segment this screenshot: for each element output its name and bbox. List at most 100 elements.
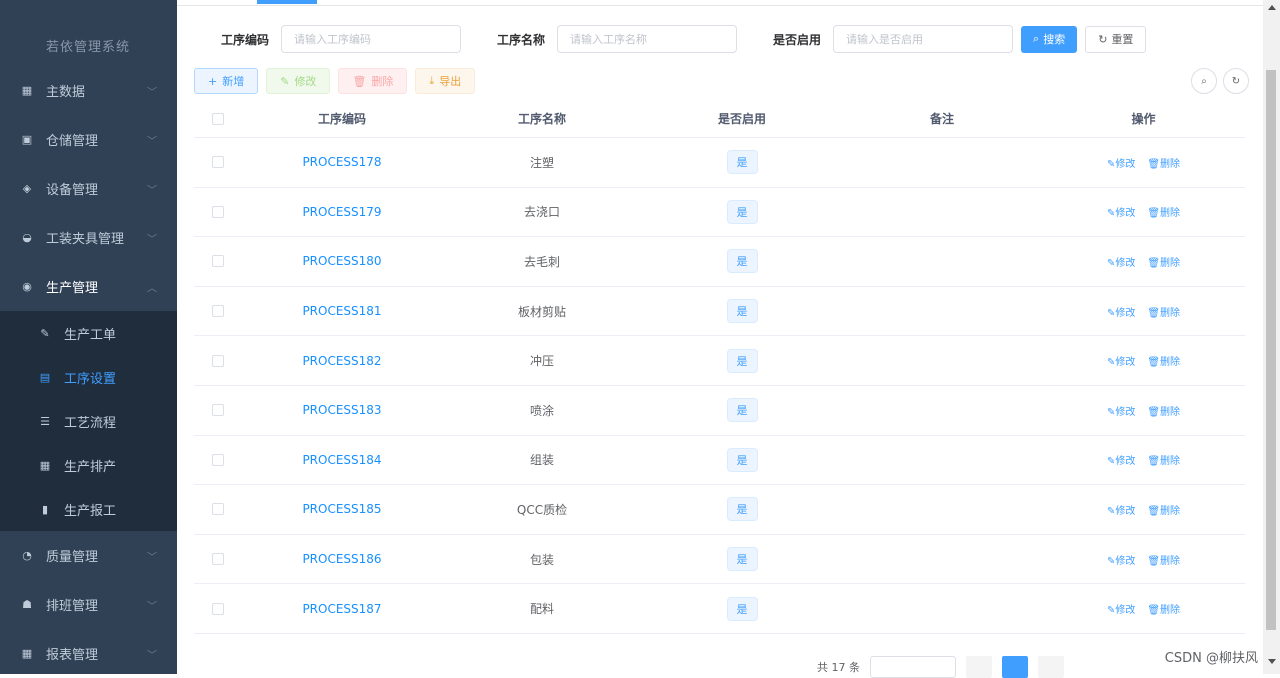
row-edit-button[interactable]: ✎修改 (1107, 353, 1135, 368)
sub-item-label: 生产排产 (64, 456, 116, 475)
code-cell: PROCESS180 (242, 254, 442, 268)
row-edit-button[interactable]: ✎修改 (1107, 601, 1135, 616)
add-button[interactable]: + 新增 (194, 68, 258, 94)
process-code-link[interactable]: PROCESS182 (302, 354, 381, 368)
people-icon: ☗ (20, 598, 34, 612)
menu-equipment[interactable]: ◈ 设备管理 ﹀ (0, 164, 177, 213)
search-icon: ⌕ (1201, 76, 1207, 87)
process-code-link[interactable]: PROCESS186 (302, 552, 381, 566)
enabled-cell: 是 (642, 150, 842, 174)
row-delete-button[interactable]: 🗑删除 (1147, 204, 1180, 219)
enable-input[interactable]: 请输入是否启用 (833, 25, 1013, 53)
row-checkbox[interactable] (212, 603, 224, 615)
row-edit-label: 修改 (1115, 258, 1135, 269)
row-checkbox[interactable] (212, 156, 224, 168)
scroll-up-arrow-icon[interactable] (1268, 5, 1276, 10)
vertical-scrollbar[interactable] (1263, 0, 1280, 674)
row-delete-label: 删除 (1160, 159, 1180, 170)
select-all-checkbox[interactable] (212, 113, 224, 125)
refresh-button[interactable]: ↻ (1223, 68, 1249, 94)
ops-cell: ✎修改 🗑删除 (1042, 552, 1245, 567)
edit-button-label: 修改 (294, 73, 316, 89)
sub-item-scheduling[interactable]: ▦ 生产排产 (0, 443, 177, 487)
enabled-tag: 是 (727, 448, 758, 472)
menu-shift[interactable]: ☗ 排班管理 ﹀ (0, 580, 177, 629)
menu-label: 生产管理 (46, 277, 98, 296)
sub-item-label: 工艺流程 (64, 412, 116, 431)
sub-item-route[interactable]: ☰ 工艺流程 (0, 399, 177, 443)
menu-report[interactable]: ▦ 报表管理 ﹀ (0, 629, 177, 674)
name-input[interactable]: 请输入工序名称 (557, 25, 737, 53)
row-checkbox[interactable] (212, 503, 224, 515)
toggle-search-button[interactable]: ⌕ (1191, 68, 1217, 94)
sub-item-report-work[interactable]: ▮ 生产报工 (0, 487, 177, 531)
menu-master-data[interactable]: ▦ 主数据 ﹀ (0, 66, 177, 115)
menu-production[interactable]: ◉ 生产管理 ︿ (0, 262, 177, 311)
row-checkbox[interactable] (212, 206, 224, 218)
row-delete-button[interactable]: 🗑删除 (1147, 254, 1180, 269)
page-1-button[interactable] (1002, 656, 1028, 678)
page-2-button[interactable] (1038, 656, 1064, 678)
process-code-link[interactable]: PROCESS179 (302, 205, 381, 219)
row-edit-button[interactable]: ✎修改 (1107, 403, 1135, 418)
row-checkbox[interactable] (212, 355, 224, 367)
row-delete-button[interactable]: 🗑删除 (1147, 502, 1180, 517)
menu-quality[interactable]: ◔ 质量管理 ﹀ (0, 531, 177, 580)
plus-icon: + (208, 75, 217, 88)
sub-item-process-setting[interactable]: ▤ 工序设置 (0, 355, 177, 399)
row-delete-button[interactable]: 🗑删除 (1147, 452, 1180, 467)
scroll-thumb[interactable] (1266, 70, 1276, 630)
pagination: 共 17 条 (817, 656, 1064, 678)
refresh-icon: ↻ (1232, 76, 1240, 87)
row-delete-button[interactable]: 🗑删除 (1147, 601, 1180, 616)
row-checkbox[interactable] (212, 454, 224, 466)
row-edit-button[interactable]: ✎修改 (1107, 204, 1135, 219)
row-edit-button[interactable]: ✎修改 (1107, 254, 1135, 269)
row-edit-button[interactable]: ✎修改 (1107, 502, 1135, 517)
search-button[interactable]: ⌕ 搜索 (1021, 26, 1077, 53)
total-count: 共 17 条 (817, 659, 860, 675)
row-checkbox[interactable] (212, 553, 224, 565)
row-delete-button[interactable]: 🗑删除 (1147, 304, 1180, 319)
delete-button[interactable]: 🗑 删除 (338, 68, 407, 94)
row-edit-button[interactable]: ✎修改 (1107, 452, 1135, 467)
row-checkbox[interactable] (212, 404, 224, 416)
menu-warehouse[interactable]: ▣ 仓储管理 ﹀ (0, 115, 177, 164)
row-checkbox-cell (194, 206, 242, 218)
reset-button[interactable]: ↻ 重置 (1085, 26, 1146, 53)
process-code-link[interactable]: PROCESS184 (302, 453, 381, 467)
process-code-link[interactable]: PROCESS181 (302, 304, 381, 318)
menu-tooling[interactable]: ◒ 工装夹具管理 ﹀ (0, 213, 177, 262)
row-delete-button[interactable]: 🗑删除 (1147, 403, 1180, 418)
process-code-link[interactable]: PROCESS187 (302, 602, 381, 616)
header-ops: 操作 (1042, 110, 1245, 127)
prev-page-button[interactable] (966, 656, 992, 678)
code-cell: PROCESS186 (242, 552, 442, 566)
sub-item-work-order[interactable]: ✎ 生产工单 (0, 311, 177, 355)
row-delete-button[interactable]: 🗑删除 (1147, 353, 1180, 368)
edit-button[interactable]: ✎ 修改 (266, 68, 330, 94)
row-delete-button[interactable]: 🗑删除 (1147, 552, 1180, 567)
row-checkbox-cell (194, 603, 242, 615)
process-name-cell: 注塑 (442, 154, 642, 171)
process-code-link[interactable]: PROCESS183 (302, 403, 381, 417)
row-edit-button[interactable]: ✎修改 (1107, 552, 1135, 567)
process-code-link[interactable]: PROCESS178 (302, 155, 381, 169)
row-edit-button[interactable]: ✎修改 (1107, 304, 1135, 319)
row-checkbox[interactable] (212, 305, 224, 317)
menu-label: 报表管理 (46, 644, 98, 663)
enabled-tag: 是 (727, 249, 758, 273)
page-size-select[interactable] (870, 656, 956, 678)
process-name-cell: 板材剪贴 (442, 303, 642, 320)
process-code-link[interactable]: PROCESS180 (302, 254, 381, 268)
row-checkbox[interactable] (212, 255, 224, 267)
export-button[interactable]: ⤓ 导出 (415, 68, 475, 94)
bar-chart-icon: ▮ (38, 502, 52, 516)
enable-label: 是否启用 (773, 31, 821, 48)
code-input[interactable]: 请输入工序编码 (281, 25, 461, 53)
menu-label: 排班管理 (46, 595, 98, 614)
row-delete-button[interactable]: 🗑删除 (1147, 155, 1180, 170)
row-edit-button[interactable]: ✎修改 (1107, 155, 1135, 170)
process-code-link[interactable]: PROCESS185 (302, 502, 381, 516)
scroll-down-arrow-icon[interactable] (1268, 659, 1276, 664)
